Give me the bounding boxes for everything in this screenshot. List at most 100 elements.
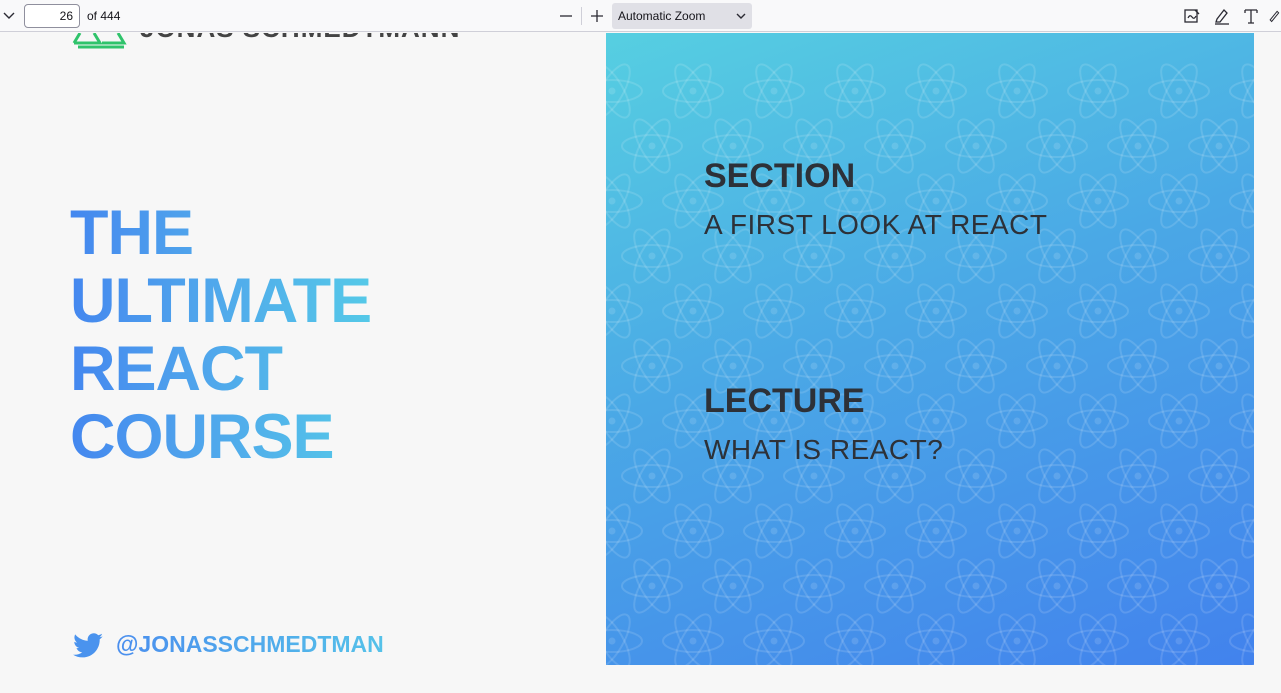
react-atom-icon [662, 278, 724, 344]
react-atom-icon [1229, 388, 1254, 454]
lecture-title: WHAT IS REACT? [704, 434, 944, 465]
react-atom-icon [1067, 498, 1129, 564]
react-atom-icon [743, 608, 805, 665]
react-pattern [606, 58, 1254, 665]
react-atom-icon [1107, 553, 1169, 619]
react-atom-icon [1026, 553, 1088, 619]
react-atom-icon [1067, 608, 1129, 665]
react-atom-icon [945, 113, 1007, 179]
react-atom-icon [1107, 443, 1169, 509]
react-atom-icon [824, 498, 886, 564]
react-atom-icon [1188, 223, 1250, 289]
twitter-icon [72, 633, 104, 659]
react-atom-icon [1148, 58, 1210, 124]
react-atom-icon [945, 553, 1007, 619]
twitter-handle: @JONASSCHMEDTMAN [116, 631, 384, 657]
lecture-panel: SECTION A FIRST LOOK AT REACT LECTURE WH… [606, 33, 1254, 665]
page-number-input[interactable]: 26 [24, 4, 80, 28]
react-atom-icon [864, 333, 926, 399]
react-atom-icon [1026, 333, 1088, 399]
react-atom-icon [824, 608, 886, 665]
text-icon[interactable] [1241, 6, 1261, 26]
lecture-label: LECTURE [704, 382, 865, 420]
react-atom-icon [606, 388, 643, 454]
react-atom-icon [662, 608, 724, 665]
react-atom-icon [864, 553, 926, 619]
react-atom-icon [1229, 168, 1254, 234]
react-atom-icon [783, 553, 845, 619]
toolbar-separator [581, 7, 582, 25]
react-atom-icon [1229, 58, 1254, 124]
logo-mark-icon [72, 33, 127, 49]
course-title-line: ULTIMATE [70, 266, 372, 336]
brand-name: JONAS SCHMEDTMANN [140, 33, 460, 44]
react-atom-icon [1107, 333, 1169, 399]
react-atom-icon [1229, 608, 1254, 665]
course-title-line: COURSE [70, 402, 334, 472]
course-title-line: REACT [70, 334, 282, 404]
react-atom-icon [1067, 168, 1129, 234]
react-atom-icon [1229, 498, 1254, 564]
react-atom-icon [1148, 498, 1210, 564]
react-atom-icon [662, 58, 724, 124]
course-title: THE ULTIMATE REACT COURSE [70, 199, 371, 471]
pdf-toolbar: 26 of 444 Automatic Zoom [0, 0, 1281, 32]
draw-icon[interactable] [1267, 6, 1281, 26]
react-atom-icon [824, 278, 886, 344]
react-atom-icon [621, 443, 683, 509]
react-atom-icon [986, 608, 1048, 665]
react-atom-icon [621, 113, 683, 179]
react-atom-icon [986, 58, 1048, 124]
react-atom-icon [1107, 113, 1169, 179]
zoom-out-icon[interactable] [557, 6, 575, 26]
brand-logo: JONAS SCHMEDTMANN [72, 33, 459, 49]
react-atom-icon [606, 58, 643, 124]
react-atom-icon [905, 498, 967, 564]
react-atom-icon [986, 388, 1048, 454]
react-atom-icon [1229, 278, 1254, 344]
react-atom-icon [824, 58, 886, 124]
react-atom-icon [1188, 443, 1250, 509]
react-atom-icon [1067, 278, 1129, 344]
signature-icon[interactable] [1182, 6, 1202, 26]
react-atom-icon [1188, 553, 1250, 619]
react-atom-icon [606, 498, 643, 564]
section-title: A FIRST LOOK AT REACT [704, 209, 1048, 240]
react-atom-icon [1067, 58, 1129, 124]
react-atom-icon [905, 608, 967, 665]
react-atom-icon [1148, 388, 1210, 454]
zoom-in-icon[interactable] [588, 6, 606, 26]
react-atom-icon [1148, 278, 1210, 344]
react-atom-icon [621, 333, 683, 399]
react-atom-icon [1107, 223, 1169, 289]
page-total-label: of 444 [87, 9, 121, 23]
react-atom-icon [1148, 168, 1210, 234]
react-atom-icon [621, 223, 683, 289]
react-atom-icon [702, 553, 764, 619]
react-atom-icon [1026, 443, 1088, 509]
course-title-line: THE [70, 198, 193, 268]
react-atom-icon [1188, 333, 1250, 399]
react-atom-icon [1026, 113, 1088, 179]
react-atom-icon [905, 278, 967, 344]
react-atom-icon [1188, 113, 1250, 179]
sidebar-chevron-icon[interactable] [0, 6, 18, 26]
pdf-viewer[interactable]: JONAS SCHMEDTMANN THE ULTIMATE REACT COU… [0, 33, 1281, 693]
react-atom-icon [945, 443, 1007, 509]
zoom-select[interactable]: Automatic Zoom [612, 3, 752, 29]
react-atom-icon [905, 58, 967, 124]
react-atom-icon [986, 278, 1048, 344]
react-atom-icon [743, 498, 805, 564]
react-atom-icon [606, 278, 643, 344]
react-atom-icon [986, 498, 1048, 564]
zoom-select-value: Automatic Zoom [618, 9, 706, 23]
react-atom-icon [621, 553, 683, 619]
react-atom-icon [743, 278, 805, 344]
react-atom-icon [864, 113, 926, 179]
section-label: SECTION [704, 157, 856, 195]
highlight-icon[interactable] [1212, 6, 1232, 26]
react-atom-icon [662, 498, 724, 564]
react-atom-icon [1148, 608, 1210, 665]
react-atom-icon [945, 333, 1007, 399]
react-atom-icon [743, 58, 805, 124]
